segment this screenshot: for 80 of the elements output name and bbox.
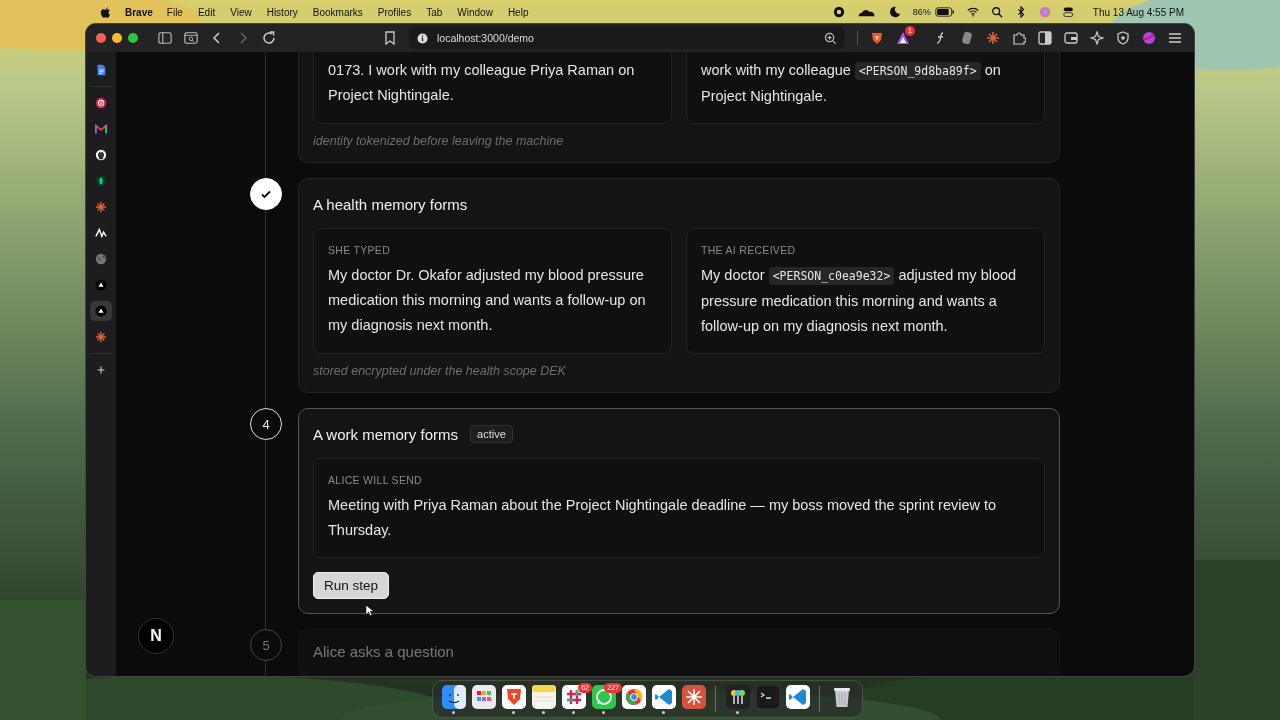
menu-item[interactable]: Help [507,6,529,18]
target-icon [95,97,107,109]
triangle-icon[interactable] [896,31,910,45]
tab-search-icon[interactable] [184,31,198,45]
step-title: Alice asks a question [313,642,454,660]
menu-item[interactable]: History [266,6,298,18]
zigzag-icon [95,227,107,239]
step-note: identity tokenized before leaving the machine [313,134,564,148]
run-step-button[interactable]: Run step [313,572,390,599]
lion-shield-icon[interactable] [870,31,884,45]
reload-icon[interactable] [262,31,276,45]
message-text: My doctor <PERSON_c0ea9e32> adjusted my blood pressure medication this morning and wants a follow-up on my diagnosis next month. [701,266,1018,336]
panel-label: THE AI RECEIVED [701,243,796,257]
message-text: 0173. I work with my colleague Priya Raman on Project Nightingale. [328,61,636,105]
menu-icon[interactable] [1168,31,1182,45]
app-icon[interactable] [531,684,556,709]
app-icon[interactable] [681,684,706,709]
app-icon[interactable] [755,684,780,709]
menu-item[interactable]: Bookmarks [312,6,363,18]
record-icon[interactable] [832,6,845,18]
address-bar[interactable]: localhost:3000/demo [409,27,846,49]
app-icon[interactable] [501,684,526,709]
menu-item[interactable]: File [166,6,183,18]
message-text: Meeting with Priya Raman about the Project Nightingale deadline — my boss moved the sprint review to Thursday. [328,496,998,540]
dev-indicator-button[interactable]: N [138,618,174,654]
sidebar-app-button[interactable] [90,301,112,321]
starburst-icon[interactable] [986,31,1000,45]
panel-label: ALICE WILL SEND [328,473,422,487]
step-title: A health memory forms [313,195,468,213]
bookmark-icon[interactable] [383,31,397,45]
colorful-circle-icon[interactable] [1038,6,1051,18]
app-icon[interactable] [441,684,466,709]
leaf-icon [95,175,107,187]
panel-label: SHE TYPED [328,243,391,257]
cursor-icon [365,604,374,617]
control-center-icon[interactable] [1062,6,1075,18]
apple-icon[interactable] [100,5,111,19]
menu-app-name[interactable]: Brave [125,6,153,18]
sidebar-toggle-icon[interactable] [158,31,172,45]
starburst-icon [95,201,107,213]
close-window-button[interactable] [96,33,106,43]
battery-percent: 86% [912,7,931,17]
moon-icon[interactable] [888,6,901,18]
app-icon[interactable] [785,684,810,709]
status-badge: active [470,425,513,443]
wallet-icon[interactable] [1064,31,1078,45]
m-shape-icon [95,123,107,135]
plus-icon [95,364,107,376]
app-icon[interactable] [725,684,750,709]
wifi-icon[interactable] [966,6,979,18]
app-icon[interactable] [651,684,676,709]
message-text: work with my colleague <PERSON_9d8ba89f> on Project Nightingale. [701,61,1002,106]
menu-item[interactable]: Profiles [377,6,412,18]
zoom-window-button[interactable] [128,33,138,43]
document-icon [95,64,107,76]
step-note: stored encrypted under the health scope DEK [313,364,566,378]
app-icon[interactable] [471,684,496,709]
sparkle-icon[interactable] [1090,31,1104,45]
menu-item[interactable]: View [230,6,252,18]
step-number: 4 [250,408,282,440]
menu-item[interactable]: Edit [197,6,216,18]
globe-icon [95,253,107,265]
menu-item[interactable]: Tab [426,6,443,18]
clock[interactable]: Thu 13 Aug 4:55 PM [1092,6,1184,18]
step-number: 5 [250,629,282,661]
minimize-window-button[interactable] [112,33,122,43]
message-text: My doctor Dr. Okafor adjusted my blood pressure medication this morning and wants a follow-up on my diagnosis next month. [328,266,647,335]
step-title: A work memory forms [313,425,459,443]
battery-icon[interactable] [934,6,955,18]
puzzle-icon[interactable] [1012,31,1026,45]
cat-icon [95,149,107,161]
zoom-icon[interactable] [824,31,838,45]
sidebar-panel-icon[interactable] [1038,31,1052,45]
app-icon[interactable] [621,684,646,709]
shield-icon[interactable] [1116,31,1130,45]
menu-item[interactable]: Window [457,6,493,18]
search-icon[interactable] [990,6,1003,18]
info-icon[interactable] [417,32,428,44]
starburst-icon [95,331,107,343]
profile-avatar-icon[interactable] [1142,31,1156,45]
